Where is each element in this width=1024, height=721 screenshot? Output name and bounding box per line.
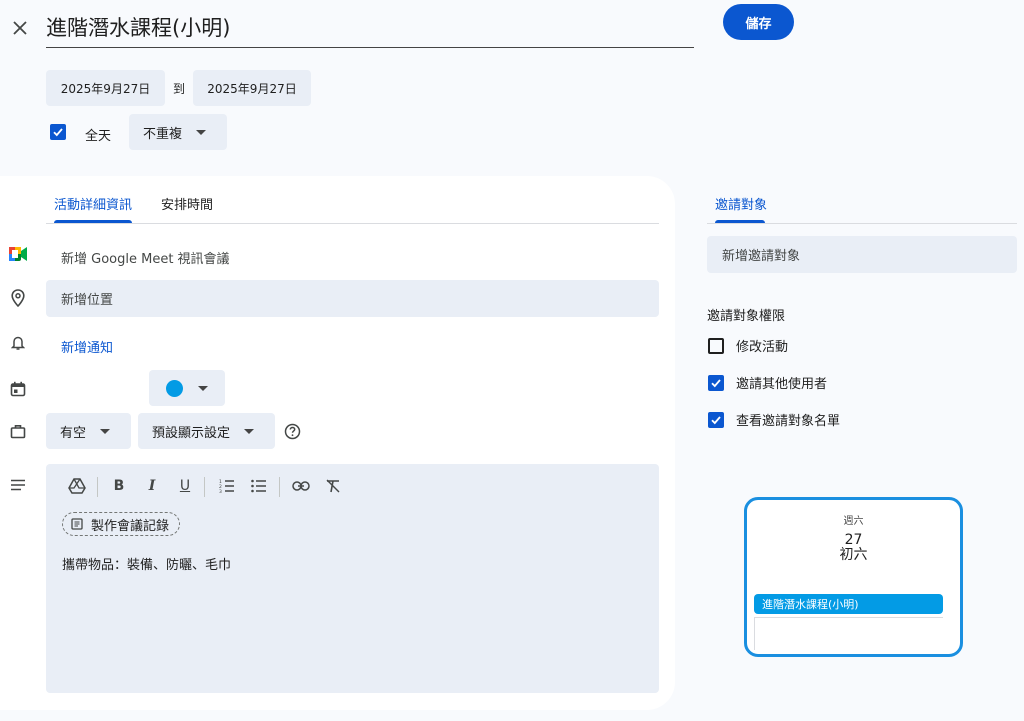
- permission-invite-others[interactable]: 邀請其他使用者: [708, 373, 827, 392]
- description-icon: [8, 475, 28, 495]
- tab-event-details[interactable]: 活動詳細資訊: [54, 194, 132, 213]
- take-notes-chip[interactable]: 製作會議記錄: [62, 512, 181, 536]
- link-icon[interactable]: [289, 474, 313, 498]
- guests-tab-divider: [707, 223, 1017, 224]
- start-date-button[interactable]: 2025年9月27日: [46, 70, 165, 106]
- help-icon[interactable]: [284, 423, 301, 440]
- date-separator-label: 到: [173, 82, 186, 96]
- preview-event-title: 進階潛水課程(小明): [762, 598, 859, 611]
- google-drive-icon[interactable]: [65, 474, 89, 498]
- toolbar-divider: [97, 477, 98, 497]
- description-text: 攜帶物品：裝備、防曬、毛巾: [62, 558, 232, 573]
- guest-permissions-title: 邀請對象權限: [707, 309, 786, 324]
- google-meet-icon: [8, 244, 28, 264]
- close-button[interactable]: [8, 16, 32, 40]
- tabs-divider: [46, 223, 659, 224]
- visibility-selected: 預設顯示設定: [152, 425, 231, 441]
- close-icon: [13, 21, 27, 35]
- permission-modify-event[interactable]: 修改活動: [708, 336, 788, 355]
- numbered-list-icon[interactable]: 123: [215, 474, 239, 498]
- all-day-checkbox[interactable]: [50, 124, 66, 140]
- permission-see-guest-list[interactable]: 查看邀請對象名單: [708, 410, 840, 429]
- event-title: 進階潛水課程(小明): [46, 16, 231, 40]
- permission-checkbox[interactable]: [708, 337, 724, 354]
- chevron-down-icon: [198, 385, 208, 391]
- repeat-dropdown[interactable]: 不重複: [129, 114, 227, 150]
- briefcase-icon: [8, 421, 28, 441]
- availability-dropdown[interactable]: 有空: [46, 413, 131, 449]
- chevron-down-icon: [100, 428, 111, 434]
- chevron-down-icon: [244, 428, 255, 434]
- permission-label: 修改活動: [736, 340, 789, 355]
- event-color-swatch: [166, 379, 183, 397]
- add-notification-link[interactable]: 新增通知: [61, 337, 113, 356]
- add-guests-input[interactable]: 新增邀請對象: [707, 236, 1017, 273]
- add-guests-placeholder: 新增邀請對象: [722, 249, 801, 264]
- preview-grid-line: [754, 617, 943, 618]
- notes-icon: [71, 518, 83, 530]
- chevron-down-icon: [196, 129, 207, 135]
- tab-find-time[interactable]: 安排時間: [161, 194, 213, 213]
- location-placeholder: 新增位置: [61, 293, 114, 308]
- availability-selected: 有空: [60, 425, 87, 441]
- permission-checkbox[interactable]: [708, 374, 724, 391]
- tab-guests[interactable]: 邀請對象: [715, 194, 767, 213]
- check-icon: [53, 128, 63, 137]
- description-editor[interactable]: B I U 123 製作會議記錄 攜帶物品：裝備、防曬、毛巾: [46, 464, 659, 693]
- permission-label: 邀請其他使用者: [736, 377, 828, 392]
- toolbar-divider: [204, 477, 205, 497]
- preview-grid-line: [754, 617, 755, 650]
- permission-checkbox[interactable]: [708, 411, 724, 428]
- preview-day-number: 27: [844, 532, 863, 548]
- bell-icon: [8, 333, 28, 353]
- save-button[interactable]: 儲存: [723, 4, 794, 40]
- svg-text:3: 3: [219, 489, 222, 493]
- underline-icon[interactable]: U: [173, 474, 197, 498]
- event-title-field[interactable]: 進階潛水課程(小明): [46, 10, 694, 48]
- preview-lunar-date: 初六: [839, 547, 868, 563]
- location-pin-icon: [8, 288, 28, 308]
- repeat-selected: 不重複: [143, 126, 183, 142]
- all-day-label: 全天: [85, 129, 112, 144]
- preview-day-of-week: 週六: [843, 516, 864, 527]
- toolbar-divider: [279, 477, 280, 497]
- permission-label: 查看邀請對象名單: [736, 414, 841, 429]
- preview-event-chip[interactable]: 進階潛水課程(小明): [754, 594, 943, 614]
- add-meet-button[interactable]: 新增 Google Meet 視訊會議: [61, 248, 230, 267]
- event-color-dropdown[interactable]: [149, 370, 225, 406]
- location-input[interactable]: 新增位置: [46, 280, 659, 317]
- calendar-icon: [8, 379, 28, 399]
- visibility-dropdown[interactable]: 預設顯示設定: [138, 413, 275, 449]
- italic-icon[interactable]: I: [140, 474, 164, 498]
- bulleted-list-icon[interactable]: [247, 474, 271, 498]
- clear-formatting-icon[interactable]: [321, 474, 345, 498]
- day-preview-panel: 週六 27 初六 進階潛水課程(小明): [744, 497, 963, 657]
- bold-icon[interactable]: B: [107, 474, 131, 498]
- check-icon: [711, 415, 721, 424]
- check-icon: [711, 378, 721, 387]
- end-date-button[interactable]: 2025年9月27日: [193, 70, 311, 106]
- take-notes-label: 製作會議記錄: [91, 518, 170, 534]
